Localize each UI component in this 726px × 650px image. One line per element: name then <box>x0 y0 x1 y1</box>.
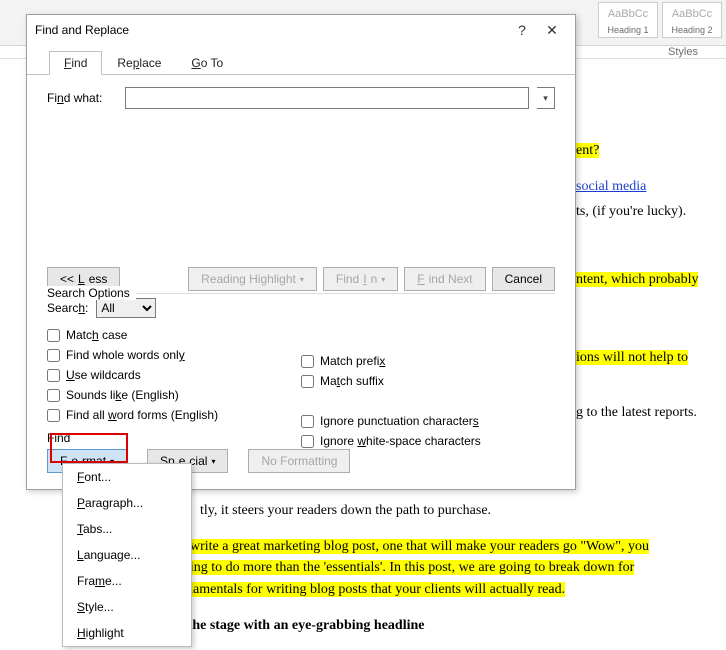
check-sounds-like[interactable]: Sounds like (English) <box>47 388 301 402</box>
menu-style[interactable]: Style... <box>63 594 191 620</box>
find-what-dropdown[interactable]: ▾ <box>537 87 555 109</box>
menu-frame[interactable]: Frame... <box>63 568 191 594</box>
format-dropdown-menu: Font... Paragraph... Tabs... Language...… <box>62 463 192 647</box>
style-heading1[interactable]: AaBbCc Heading 1 <box>598 2 658 38</box>
style-heading2[interactable]: AaBbCc Heading 2 <box>662 2 722 38</box>
find-next-button[interactable]: Find Next <box>404 267 485 291</box>
search-options-label: Search Options <box>47 286 136 300</box>
find-replace-dialog: Find and Replace ? ✕ Find Replace Go To … <box>26 14 576 490</box>
close-button[interactable]: ✕ <box>537 22 567 39</box>
check-ignore-punct[interactable]: Ignore punctuation characters <box>301 414 555 428</box>
check-whole-words[interactable]: Find whole words only <box>47 348 301 362</box>
search-direction-label: Search: <box>47 301 88 315</box>
find-what-label: Find what: <box>47 91 117 105</box>
menu-tabs[interactable]: Tabs... <box>63 516 191 542</box>
help-button[interactable]: ? <box>507 22 537 38</box>
check-match-suffix[interactable]: Match suffix <box>301 374 555 388</box>
check-match-prefix[interactable]: Match prefix <box>301 354 555 368</box>
find-in-button[interactable]: Find In ▾ <box>323 267 398 291</box>
check-wildcards[interactable]: Use wildcards <box>47 368 301 382</box>
find-what-input[interactable] <box>125 87 529 109</box>
tab-goto[interactable]: Go To <box>176 51 238 74</box>
dialog-tabs: Find Replace Go To <box>27 45 575 75</box>
hyperlink[interactable]: social media <box>576 179 646 194</box>
tab-find[interactable]: Find <box>49 51 102 75</box>
styles-gallery: AaBbCc Heading 1 AaBbCc Heading 2 <box>594 0 726 38</box>
search-direction-select[interactable]: All <box>96 298 156 318</box>
check-match-case[interactable]: Match case <box>47 328 301 342</box>
find-section-label: Find <box>47 431 350 445</box>
check-word-forms[interactable]: Find all word forms (English) <box>47 408 301 422</box>
styles-group-label: Styles <box>668 46 698 58</box>
search-options: Search Options Search: All Match case Fi… <box>47 293 555 448</box>
dialog-body: Find what: ▾ << Less Reading Highlight ▾… <box>27 75 575 489</box>
no-formatting-button[interactable]: No Formatting <box>248 449 350 473</box>
dialog-title: Find and Replace <box>35 23 507 37</box>
tab-replace[interactable]: Replace <box>102 51 176 74</box>
reading-highlight-button[interactable]: Reading Highlight ▾ <box>188 267 317 291</box>
dialog-titlebar: Find and Replace ? ✕ <box>27 15 575 45</box>
menu-font[interactable]: Font... <box>63 464 191 490</box>
menu-paragraph[interactable]: Paragraph... <box>63 490 191 516</box>
cancel-button[interactable]: Cancel <box>492 267 555 291</box>
menu-highlight[interactable]: Highlight <box>63 620 191 646</box>
menu-language[interactable]: Language... <box>63 542 191 568</box>
